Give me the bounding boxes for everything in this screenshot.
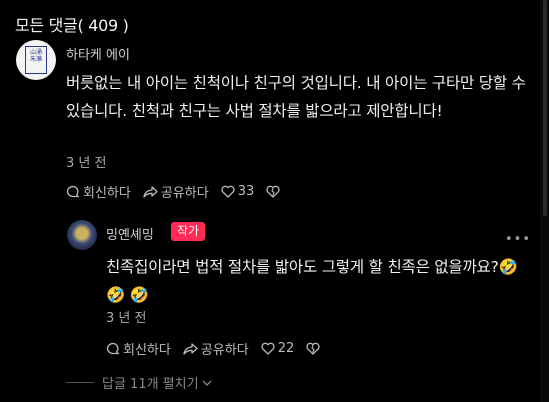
reply-label: 회신하다 [83, 186, 131, 201]
expand-replies-label: 답글 11개 펼치기 [102, 377, 199, 392]
more-options-icon[interactable]: ••• [505, 232, 531, 247]
like-button[interactable]: 33 [221, 184, 255, 199]
comment-time: 3 년 전 [66, 156, 107, 171]
divider [66, 382, 94, 383]
share-label: 공유하다 [160, 186, 209, 201]
like-count: 22 [277, 341, 295, 356]
scrollbar[interactable] [540, 0, 549, 402]
reply-button[interactable]: 회신하다 [66, 182, 131, 201]
dislike-heart-icon [306, 342, 320, 355]
comment-actions: 회신하다 공유하다 33 [66, 182, 295, 201]
comment-author[interactable]: 하타케 에이 [66, 44, 130, 63]
reply-button[interactable]: 회신하다 [106, 339, 171, 358]
dislike-heart-icon [266, 185, 280, 198]
reply-text: 친족집이라면 법적 절차를 밟아도 그렇게 할 친족은 없을까요?🤣 🤣 🤣 [106, 258, 518, 304]
comment-text: 버릇없는 내 아이는 친척이나 친구의 것입니다. 내 아이는 구타만 당할 수… [66, 74, 526, 120]
comment-icon [106, 342, 120, 354]
avatar[interactable]: 山涌 朱瀨 [16, 40, 56, 80]
share-button[interactable]: 공유하다 [183, 339, 249, 358]
heart-icon [221, 185, 235, 198]
like-button[interactable]: 22 [261, 341, 295, 356]
share-label: 공유하다 [200, 343, 249, 358]
reply-label: 회신하다 [123, 343, 171, 358]
expand-replies-button[interactable]: 답글 11개 펼치기 [66, 373, 213, 392]
avatar[interactable] [67, 220, 97, 250]
reply-actions: 회신하다 공유하다 22 [106, 339, 335, 358]
comment-icon [66, 185, 80, 197]
heart-icon [261, 342, 275, 355]
comments-header: 모든 댓글( 409 ) [15, 16, 129, 35]
share-icon [183, 342, 198, 355]
dislike-button[interactable] [306, 342, 323, 355]
reply-time: 3 년 전 [106, 311, 147, 326]
chevron-down-icon [202, 380, 212, 386]
like-count: 33 [237, 184, 255, 199]
share-button[interactable]: 공유하다 [143, 182, 209, 201]
creator-badge: 작가 [171, 222, 206, 241]
dislike-button[interactable] [266, 185, 283, 198]
reply-author[interactable]: 밍옌셰밍 [106, 224, 154, 243]
share-icon [143, 185, 158, 198]
avatar-seal-image: 山涌 朱瀨 [25, 46, 47, 74]
scrollbar-thumb[interactable] [543, 0, 547, 216]
